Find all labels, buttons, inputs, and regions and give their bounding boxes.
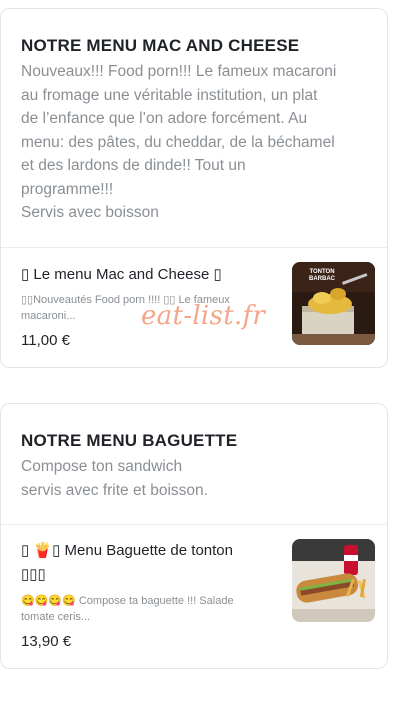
- section-title: NOTRE MENU MAC AND CHEESE: [21, 36, 300, 55]
- section-description: Nouveaux!!! Food porn!!! Le fameux macar…: [21, 63, 337, 221]
- section-title: NOTRE MENU BAGUETTE: [21, 431, 238, 450]
- item-description: 😋😋😋😋 Compose ta baguette !!! Salade toma…: [21, 595, 234, 623]
- item-name[interactable]: ▯ 🍟▯ Menu Baguette de tonton ▯▯▯: [21, 539, 276, 587]
- section-description: Compose ton sandwich servis avec frite e…: [21, 458, 208, 499]
- divider: [1, 247, 387, 248]
- svg-text:TONTON: TONTON: [309, 269, 334, 275]
- item-price: 13,90 €: [21, 633, 72, 650]
- menu-section-baguette: NOTRE MENU BAGUETTE Compose ton sandwich…: [0, 403, 388, 669]
- item-image-mac-and-cheese[interactable]: TONTON BARBAC: [292, 262, 375, 345]
- item-name[interactable]: ▯ Le menu Mac and Cheese ▯: [21, 263, 276, 287]
- divider: [1, 524, 387, 525]
- svg-text:BARBAC: BARBAC: [309, 276, 336, 282]
- item-price: 11,00 €: [21, 332, 70, 349]
- watermark: eat-list.fr: [141, 301, 266, 331]
- item-image-baguette[interactable]: [292, 539, 375, 622]
